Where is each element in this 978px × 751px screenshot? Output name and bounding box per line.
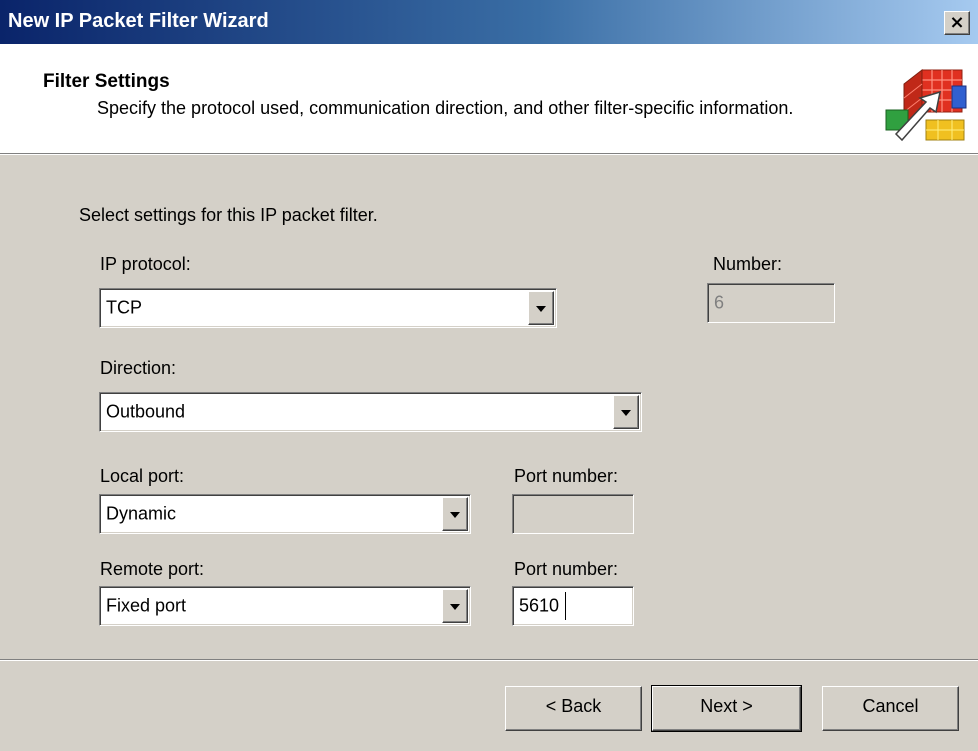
window-title: New IP Packet Filter Wizard — [8, 10, 269, 32]
local-port-number-field — [512, 494, 634, 534]
direction-select[interactable]: Outbound — [99, 392, 642, 432]
local-port-value: Dynamic — [106, 503, 177, 524]
number-label: Number: — [713, 254, 783, 274]
ip-protocol-select[interactable]: TCP — [99, 288, 557, 328]
chevron-down-icon[interactable] — [442, 589, 468, 623]
cancel-button-label: Cancel — [862, 696, 919, 716]
local-port-number-label: Port number: — [514, 466, 619, 486]
intro-text: Select settings for this IP packet filte… — [79, 205, 378, 225]
page-description: Specify the protocol used, communication… — [97, 98, 794, 118]
local-port-label: Local port: — [100, 466, 185, 486]
back-button-label: < Back — [545, 696, 602, 716]
remote-port-number-value: 5610 — [519, 595, 560, 616]
firewall-wizard-icon — [885, 68, 967, 142]
remote-port-number-label: Port number: — [514, 559, 619, 579]
remote-port-number-field[interactable]: 5610 — [512, 586, 634, 626]
next-button-label: Next > — [700, 696, 753, 716]
remote-port-value: Fixed port — [106, 595, 187, 616]
back-button[interactable]: < Back — [505, 686, 642, 731]
remote-port-select[interactable]: Fixed port — [99, 586, 471, 626]
ip-protocol-value: TCP — [106, 297, 142, 318]
close-button[interactable]: × — [944, 11, 970, 35]
footer-divider-highlight — [0, 660, 978, 661]
close-icon: × — [949, 12, 965, 33]
text-caret — [565, 592, 566, 620]
next-button[interactable]: Next > — [651, 685, 802, 732]
page-title: Filter Settings — [43, 71, 170, 92]
chevron-down-icon[interactable] — [528, 291, 554, 325]
chevron-down-icon[interactable] — [613, 395, 639, 429]
number-field: 6 — [707, 283, 835, 323]
remote-port-label: Remote port: — [100, 559, 205, 579]
ip-protocol-label: IP protocol: — [100, 254, 191, 274]
direction-label: Direction: — [100, 358, 177, 378]
direction-value: Outbound — [106, 401, 186, 422]
chevron-down-icon[interactable] — [442, 497, 468, 531]
local-port-select[interactable]: Dynamic — [99, 494, 471, 534]
cancel-button[interactable]: Cancel — [822, 686, 959, 731]
number-value: 6 — [714, 292, 725, 313]
header-divider — [0, 154, 978, 155]
